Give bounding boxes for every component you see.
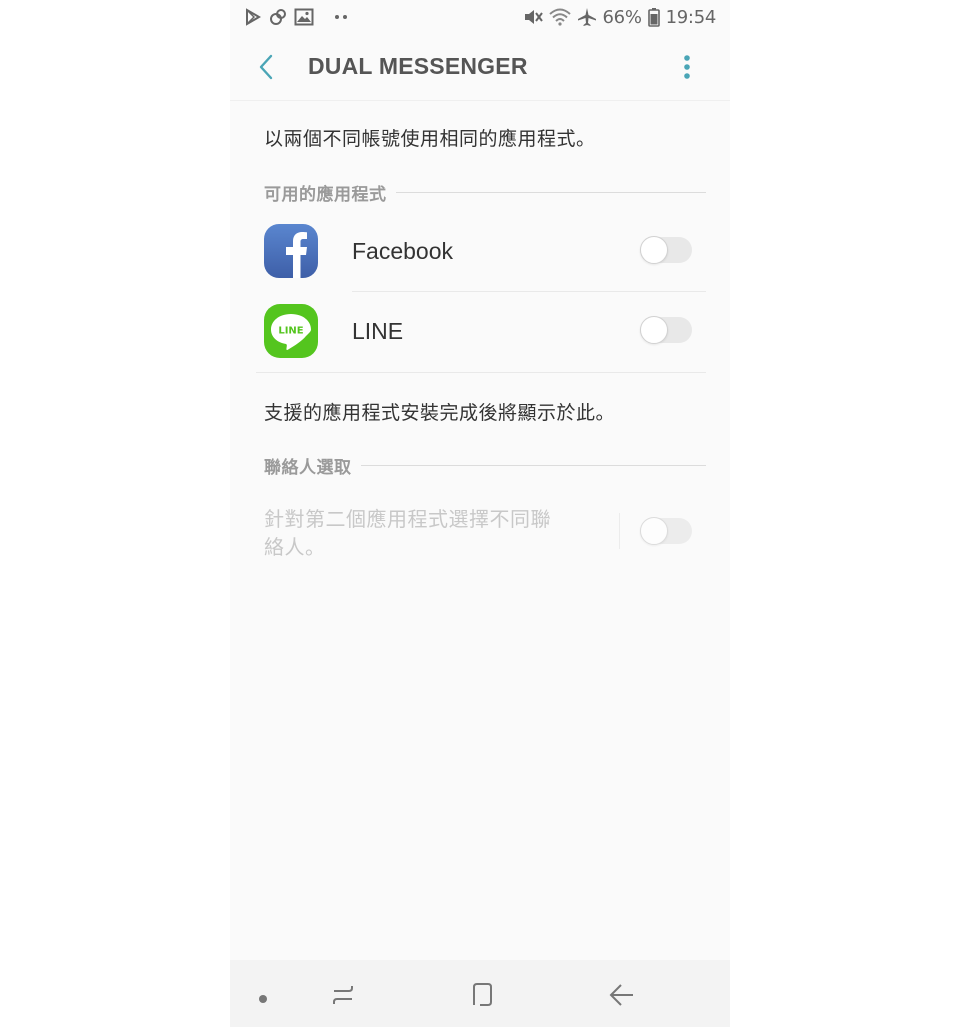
facebook-icon (264, 224, 318, 278)
back-arrow-icon[interactable] (609, 982, 635, 1012)
dot-icon[interactable] (258, 989, 268, 1008)
contacts-section-label: 聯絡人選取 (264, 457, 352, 478)
app-row-line[interactable]: LINE LINE (256, 291, 706, 371)
status-right-icons: 66% 19:54 (523, 5, 716, 29)
toggle-thumb (640, 236, 668, 264)
battery-percent: 66% (602, 6, 642, 28)
feature-description: 以兩個不同帳號使用相同的應用程式。 (264, 128, 596, 150)
more-options-button[interactable] (678, 52, 696, 82)
chevron-left-icon (259, 54, 273, 80)
recent-apps-icon[interactable] (330, 982, 356, 1012)
support-note: 支援的應用程式安裝完成後將顯示於此。 (264, 402, 616, 424)
link-icon (268, 7, 288, 27)
contacts-section-header: 聯絡人選取 (264, 453, 706, 478)
app-name-facebook: Facebook (352, 238, 454, 264)
navigation-bar (230, 960, 730, 1027)
option-separator (619, 513, 620, 549)
battery-icon (647, 7, 660, 27)
app-row-facebook[interactable]: Facebook (256, 211, 706, 291)
status-bar: 66% 19:54 (230, 0, 730, 34)
section-divider (360, 464, 706, 466)
clock: 19:54 (665, 6, 717, 28)
status-left-icons (244, 6, 348, 28)
phone-screen: 66% 19:54 DUAL MESSENGER 以兩個不同帳號使用相同的應用程… (230, 0, 730, 1027)
wifi-icon (548, 8, 571, 26)
toggle-thumb (640, 517, 668, 545)
available-apps-header: 可用的應用程式 (264, 180, 706, 205)
line-dual-toggle[interactable] (640, 316, 692, 344)
more-vert-icon (684, 55, 690, 79)
contacts-option-text: 針對第二個應用程式選擇不同聯絡人。 (264, 507, 551, 559)
more-dots-icon (334, 14, 348, 20)
play-store-icon (244, 8, 262, 26)
list-divider (256, 372, 706, 373)
contacts-option-toggle[interactable] (640, 517, 692, 545)
section-divider (395, 191, 706, 193)
app-name-line: LINE (352, 318, 404, 344)
image-icon (294, 8, 314, 26)
mute-icon (523, 7, 543, 27)
toggle-thumb (640, 316, 668, 344)
page-title: DUAL MESSENGER (308, 53, 528, 79)
line-icon-text: LINE (278, 326, 303, 337)
airplane-icon (577, 7, 597, 27)
available-apps-label: 可用的應用程式 (264, 184, 387, 205)
home-icon[interactable] (469, 982, 495, 1012)
app-bar: DUAL MESSENGER (230, 34, 730, 101)
navigate-up-button[interactable] (254, 52, 282, 82)
line-icon: LINE (264, 304, 318, 358)
facebook-dual-toggle[interactable] (640, 236, 692, 264)
